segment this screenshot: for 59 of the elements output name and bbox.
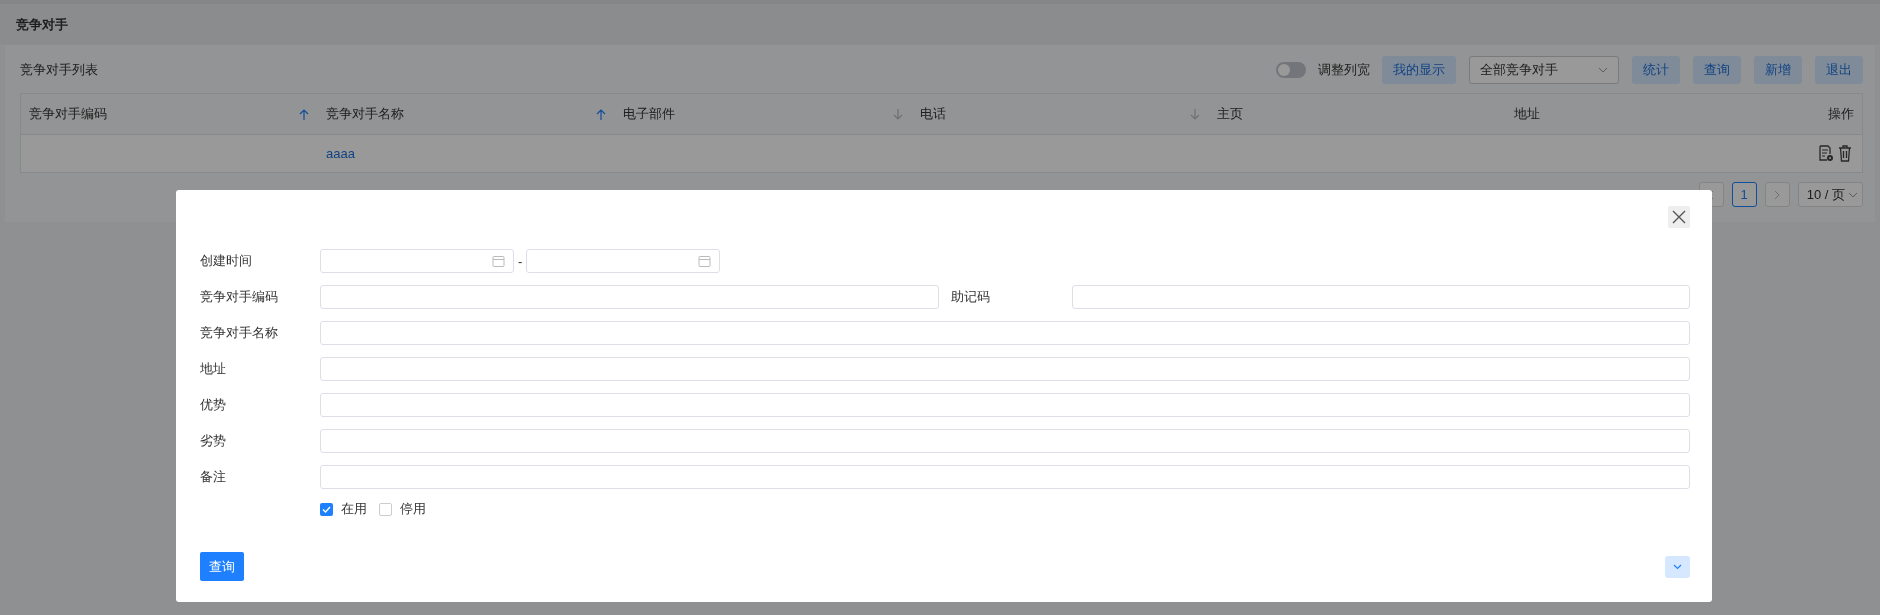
field-label: 竞争对手编码 <box>200 288 279 306</box>
checkbox[interactable] <box>379 502 392 516</box>
chevron-right-icon <box>1774 189 1781 200</box>
column-header: 竞争对手名称 <box>326 105 404 123</box>
checkbox[interactable] <box>320 502 333 516</box>
arrow-up-icon[interactable] <box>298 107 310 121</box>
filter-select[interactable]: 全部竞争对手 <box>1469 56 1619 84</box>
delete-icon[interactable] <box>1838 145 1852 162</box>
column-header: 地址 <box>1514 105 1540 123</box>
arrow-down-icon[interactable] <box>892 107 904 121</box>
checkbox-label: 在用 <box>341 500 367 518</box>
arrow-down-icon[interactable] <box>1189 107 1201 121</box>
column-header: 电子部件 <box>623 105 675 123</box>
date-field[interactable] <box>526 249 721 273</box>
name-link[interactable]: aaaa <box>318 146 615 161</box>
field-label: 助记码 <box>950 288 991 306</box>
expand-button[interactable] <box>1665 555 1690 578</box>
input-field[interactable] <box>320 429 1690 453</box>
toolbar-button[interactable]: 新增 <box>1754 56 1802 84</box>
toggle-switch[interactable] <box>1276 62 1306 78</box>
range-separator: - <box>518 253 523 269</box>
column-header: 电话 <box>920 105 946 123</box>
toolbar-button[interactable]: 统计 <box>1632 56 1680 84</box>
field-label: 竞争对手名称 <box>200 324 279 342</box>
field-label: 优势 <box>200 396 227 414</box>
calendar-icon <box>492 254 505 268</box>
input-field[interactable] <box>1071 285 1690 309</box>
input-field[interactable] <box>320 465 1690 489</box>
list-title: 竞争对手列表 <box>20 61 98 79</box>
toggle-label: 调整列宽 <box>1318 61 1370 79</box>
view-document-icon[interactable] <box>1818 145 1834 162</box>
chevron-down-icon <box>1598 67 1608 73</box>
query-button[interactable]: 查询 <box>200 552 244 581</box>
checkbox-label: 停用 <box>400 500 426 518</box>
field-label: 地址 <box>200 360 227 378</box>
toolbar-button[interactable]: 查询 <box>1693 56 1741 84</box>
field-label: 备注 <box>200 468 227 486</box>
toolbar-button[interactable]: 退出 <box>1815 56 1863 84</box>
calendar-icon <box>698 254 712 268</box>
chevron-down-icon <box>1848 191 1858 198</box>
input-field[interactable] <box>320 321 1690 345</box>
column-header: 操作 <box>1828 105 1854 123</box>
chevron-down-icon <box>1673 563 1682 570</box>
column-header: 主页 <box>1217 105 1243 123</box>
next-page-button[interactable] <box>1764 182 1790 207</box>
page-button[interactable]: 1 <box>1731 182 1757 207</box>
input-field[interactable] <box>320 393 1690 417</box>
page-title: 竞争对手 <box>16 15 68 34</box>
display-button[interactable]: 我的显示 <box>1382 56 1456 84</box>
field-label: 创建时间 <box>200 252 253 270</box>
date-field[interactable] <box>320 249 514 273</box>
input-field[interactable] <box>320 357 1690 381</box>
close-icon <box>1672 210 1686 224</box>
column-header: 竞争对手编码 <box>29 105 107 123</box>
input-field[interactable] <box>320 285 939 309</box>
arrow-up-icon[interactable] <box>595 107 607 121</box>
field-label: 劣势 <box>200 432 227 450</box>
close-button[interactable] <box>1668 206 1690 228</box>
page-size-select[interactable]: 10 / 页 <box>1797 182 1863 207</box>
